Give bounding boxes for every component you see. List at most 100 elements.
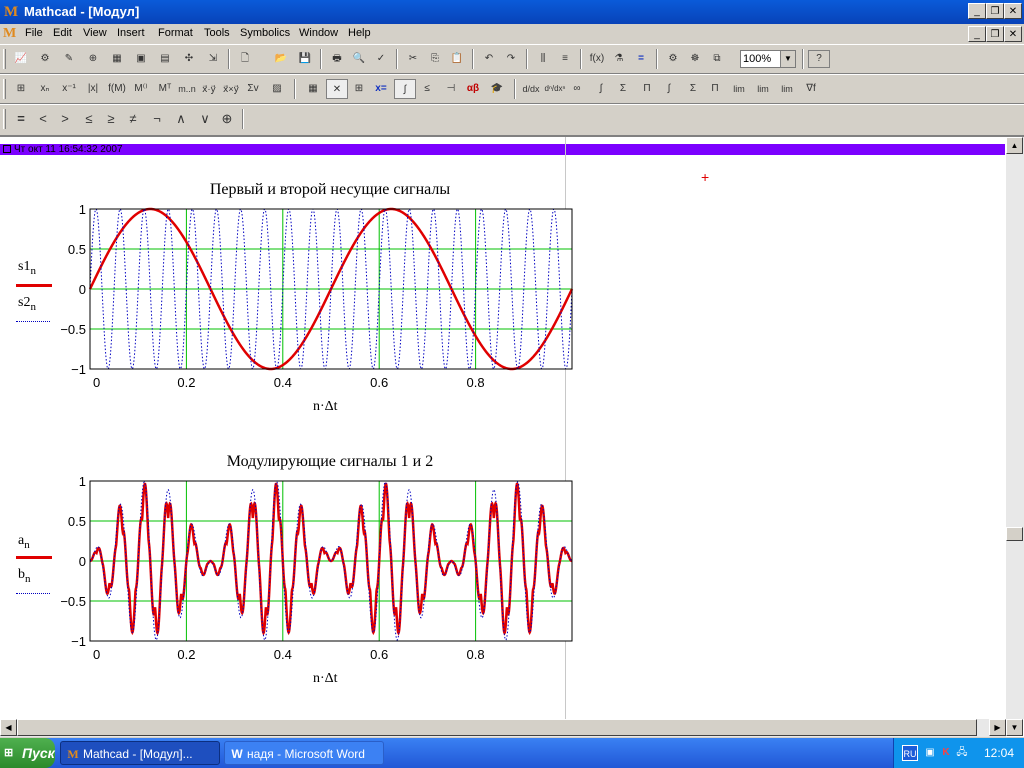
product-button[interactable]: Π — [636, 79, 658, 99]
menu-tools[interactable]: Tools — [204, 27, 230, 39]
symbolic-palette-icon[interactable]: 🎓 — [486, 79, 508, 99]
nth-derivative-button[interactable]: dⁿ/dxⁿ — [544, 79, 566, 99]
antivirus-icon[interactable]: K — [938, 745, 954, 761]
worksheet[interactable]: Чт окт 11 16:54:32 2007 + Первый и второ… — [0, 136, 1024, 737]
graph-toolbar-icon[interactable]: 📈 — [10, 49, 32, 69]
and-button[interactable]: ∧ — [170, 109, 192, 129]
minimize-button[interactable]: _ — [968, 3, 986, 19]
calculus-palette-icon[interactable]: ∫ — [394, 79, 416, 99]
right-limit-button[interactable]: lim — [752, 79, 774, 99]
align-across-icon[interactable]: ⫼ — [532, 49, 554, 69]
scroll-down-icon[interactable]: ▼ — [1006, 719, 1023, 736]
align-down-icon[interactable]: ≡ — [554, 49, 576, 69]
hyperlink-icon[interactable]: ⧉ — [706, 49, 728, 69]
symbolic-icon[interactable]: ✣ — [178, 49, 200, 69]
vertical-scrollbar[interactable]: ▲ — [1006, 137, 1024, 719]
copy-icon[interactable]: ⎘ — [424, 49, 446, 69]
matrix-palette-icon[interactable]: ⊞ — [348, 79, 370, 99]
boolean-icon[interactable]: ▦ — [106, 49, 128, 69]
xor-button[interactable]: ⊕ — [216, 109, 238, 129]
summation-button[interactable]: Σ — [612, 79, 634, 99]
evaluation-icon[interactable]: ✎ — [58, 49, 80, 69]
lock-icon[interactable] — [3, 145, 11, 153]
restore-button[interactable]: ❐ — [986, 3, 1004, 19]
matrix-toolbar-icon[interactable]: ⚙ — [34, 49, 56, 69]
scroll-left-icon[interactable]: ◀ — [0, 719, 17, 736]
chart1-plot[interactable]: 1 0.5 0 −0.5 −1 0 0.2 0.4 0.6 0.8 — [50, 199, 580, 429]
dot-product-button[interactable]: x⃗·y⃗ — [198, 79, 220, 99]
less-equal-button[interactable]: ≤ — [78, 109, 100, 129]
picture-icon[interactable]: ▨ — [266, 79, 288, 99]
network-icon[interactable]: 🖧 — [954, 745, 970, 761]
matrix-column-button[interactable]: M⁽⁾ — [130, 79, 152, 99]
infinity-button[interactable]: ∞ — [566, 79, 588, 99]
redo-icon[interactable]: ↷ — [500, 49, 522, 69]
programming-palette-icon[interactable]: ⊣ — [440, 79, 462, 99]
menu-edit[interactable]: Edit — [53, 27, 72, 39]
derivative-button[interactable]: d/dx — [520, 79, 542, 99]
resource-center-icon[interactable]: ☸ — [684, 49, 706, 69]
undo-icon[interactable]: ↶ — [478, 49, 500, 69]
insert-unit-icon[interactable]: ⚗ — [608, 49, 630, 69]
definite-integral-button[interactable]: ∫ — [590, 79, 612, 99]
evaluation-palette-icon[interactable]: x= — [370, 79, 392, 99]
scroll-up-icon[interactable]: ▲ — [1006, 137, 1023, 154]
horizontal-scrollbar[interactable]: ◀ ▶ — [0, 719, 1006, 737]
vector-sum-button[interactable]: Σv — [242, 79, 264, 99]
menu-window[interactable]: Window — [299, 27, 338, 39]
not-button[interactable]: ¬ — [146, 109, 168, 129]
boolean-palette-icon[interactable]: ≤ — [416, 79, 438, 99]
calculator-toolbar-icon[interactable]: ▦ — [302, 79, 324, 99]
inverse-button[interactable]: x⁻¹ — [58, 79, 80, 99]
greater-button[interactable]: > — [54, 109, 76, 129]
range-summation-button[interactable]: Σ — [682, 79, 704, 99]
paste-icon[interactable]: 📋 — [446, 49, 468, 69]
vectorize-button[interactable]: f(M) — [106, 79, 128, 99]
help-icon[interactable]: ? — [808, 50, 830, 68]
cross-product-button[interactable]: x⃗×y⃗ — [220, 79, 242, 99]
gradient-button[interactable]: ∇f — [800, 79, 822, 99]
zoom-select[interactable]: 100% ▼ — [740, 50, 796, 68]
save-icon[interactable]: 💾 — [294, 49, 316, 69]
matrix-insert-icon[interactable]: ⊞ — [10, 79, 32, 99]
subscript-button[interactable]: xₙ — [34, 79, 56, 99]
less-button[interactable]: < — [32, 109, 54, 129]
print-icon[interactable]: 🖶 — [326, 49, 348, 69]
language-indicator[interactable]: RU — [902, 745, 918, 761]
taskbar-item-word[interactable]: W надя - Microsoft Word — [224, 741, 384, 765]
or-button[interactable]: ∨ — [194, 109, 216, 129]
menu-format[interactable]: Format — [158, 27, 193, 39]
mathcad-app-icon[interactable]: M — [4, 4, 20, 20]
insert-function-icon[interactable]: f(x) — [586, 49, 608, 69]
indefinite-integral-button[interactable]: ∫ — [658, 79, 680, 99]
print-preview-icon[interactable]: 🔍 — [348, 49, 370, 69]
left-limit-button[interactable]: lim — [776, 79, 798, 99]
taskbar-item-mathcad[interactable]: M Mathcad - [Модул]... — [60, 741, 220, 765]
menu-symbolics[interactable]: Symbolics — [240, 27, 290, 39]
calculate-icon[interactable]: = — [630, 49, 652, 69]
equal-button[interactable]: = — [10, 109, 32, 129]
graph-palette-icon[interactable]: ✕ — [326, 79, 348, 99]
new-document-icon[interactable]: 🗋 — [234, 49, 256, 69]
greek-icon[interactable]: ▤ — [154, 49, 176, 69]
open-icon[interactable]: 📂 — [270, 49, 292, 69]
horizontal-scroll-thumb[interactable] — [17, 719, 977, 736]
modifier-icon[interactable]: ⇲ — [202, 49, 224, 69]
menu-insert[interactable]: Insert — [117, 27, 145, 39]
cut-icon[interactable]: ✂ — [402, 49, 424, 69]
start-button[interactable]: ⊞ Пуск — [0, 738, 55, 768]
transpose-button[interactable]: Mᵀ — [154, 79, 176, 99]
menu-file[interactable]: File — [25, 27, 43, 39]
spell-check-icon[interactable]: ✓ — [370, 49, 392, 69]
component-icon[interactable]: ⚙ — [662, 49, 684, 69]
chart2-plot[interactable]: 1 0.5 0 −0.5 −1 0 0.2 0.4 0.6 0.8 — [50, 471, 580, 701]
doc-minimize-button[interactable]: _ — [968, 26, 986, 42]
vertical-scroll-thumb[interactable] — [1006, 527, 1023, 541]
programming-icon[interactable]: ▣ — [130, 49, 152, 69]
scroll-right-icon[interactable]: ▶ — [989, 719, 1006, 736]
determinant-button[interactable]: |x| — [82, 79, 104, 99]
calculus-icon[interactable]: ⊕ — [82, 49, 104, 69]
doc-close-button[interactable]: ✕ — [1004, 26, 1022, 42]
menu-help[interactable]: Help — [348, 27, 371, 39]
doc-restore-button[interactable]: ❐ — [986, 26, 1004, 42]
